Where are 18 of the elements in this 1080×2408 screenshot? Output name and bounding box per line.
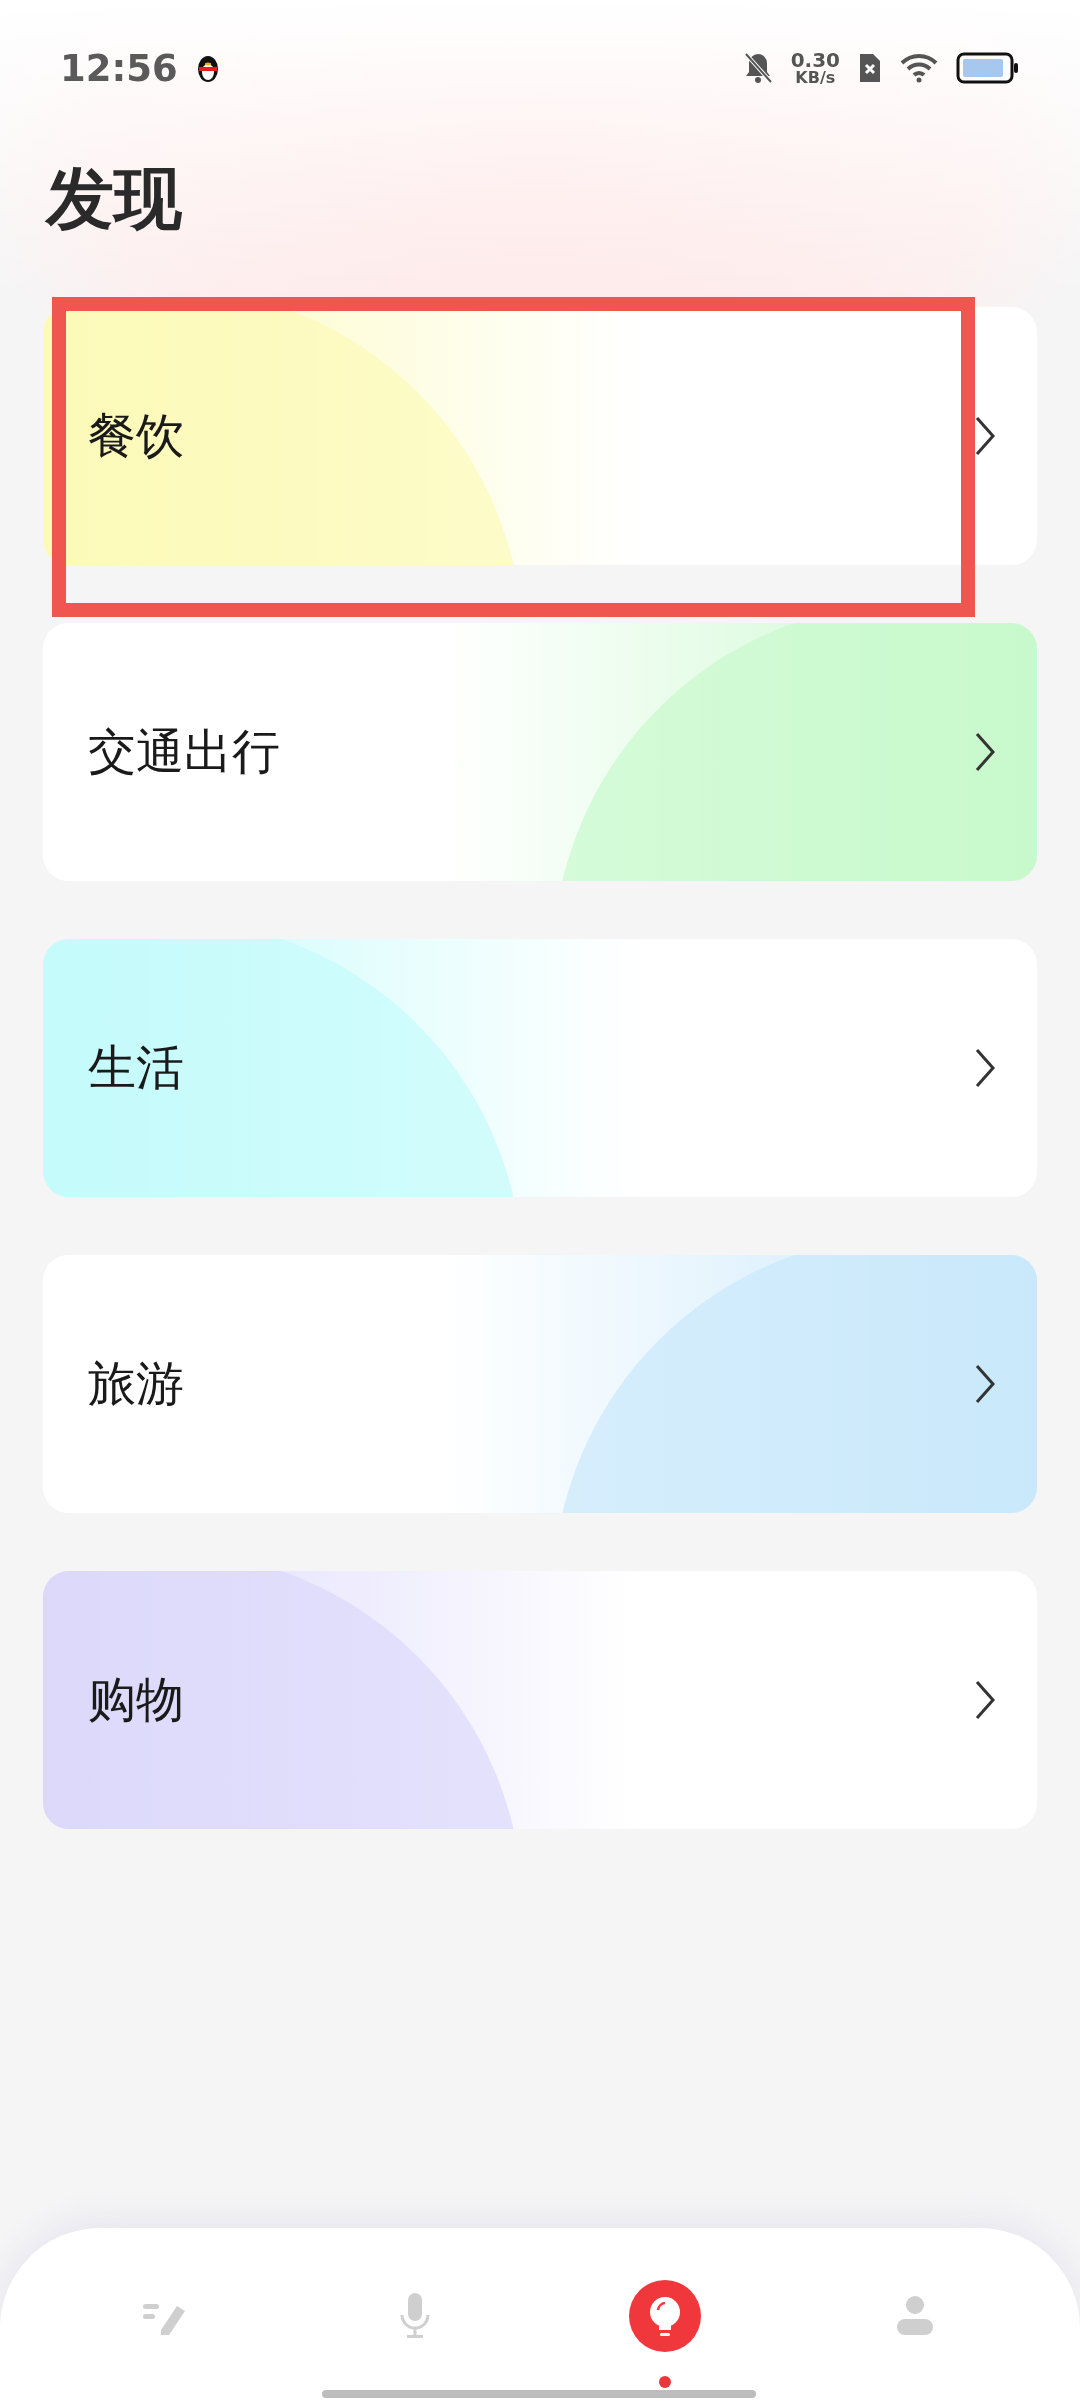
category-label: 购物 — [88, 1669, 185, 1729]
bell-muted-icon — [742, 52, 773, 84]
person-icon — [895, 2295, 935, 2337]
category-label: 餐饮 — [88, 405, 185, 465]
net-speed: 0.30 — [790, 50, 840, 70]
status-time: 12:56 — [60, 46, 178, 90]
category-label: 生活 — [88, 1037, 185, 1097]
category-label: 交通出行 — [88, 721, 281, 781]
active-dot — [659, 2376, 671, 2388]
wifi-icon — [900, 53, 938, 83]
microphone-icon — [399, 2293, 431, 2339]
page-title: 发现 — [46, 162, 183, 237]
lightbulb-icon — [648, 2295, 682, 2337]
sim-blocked-icon — [858, 52, 882, 84]
category-label: 旅游 — [88, 1353, 185, 1413]
penguin-icon — [195, 53, 220, 83]
battery-icon — [956, 52, 1020, 84]
net-speed-unit: KB/s — [795, 70, 836, 86]
